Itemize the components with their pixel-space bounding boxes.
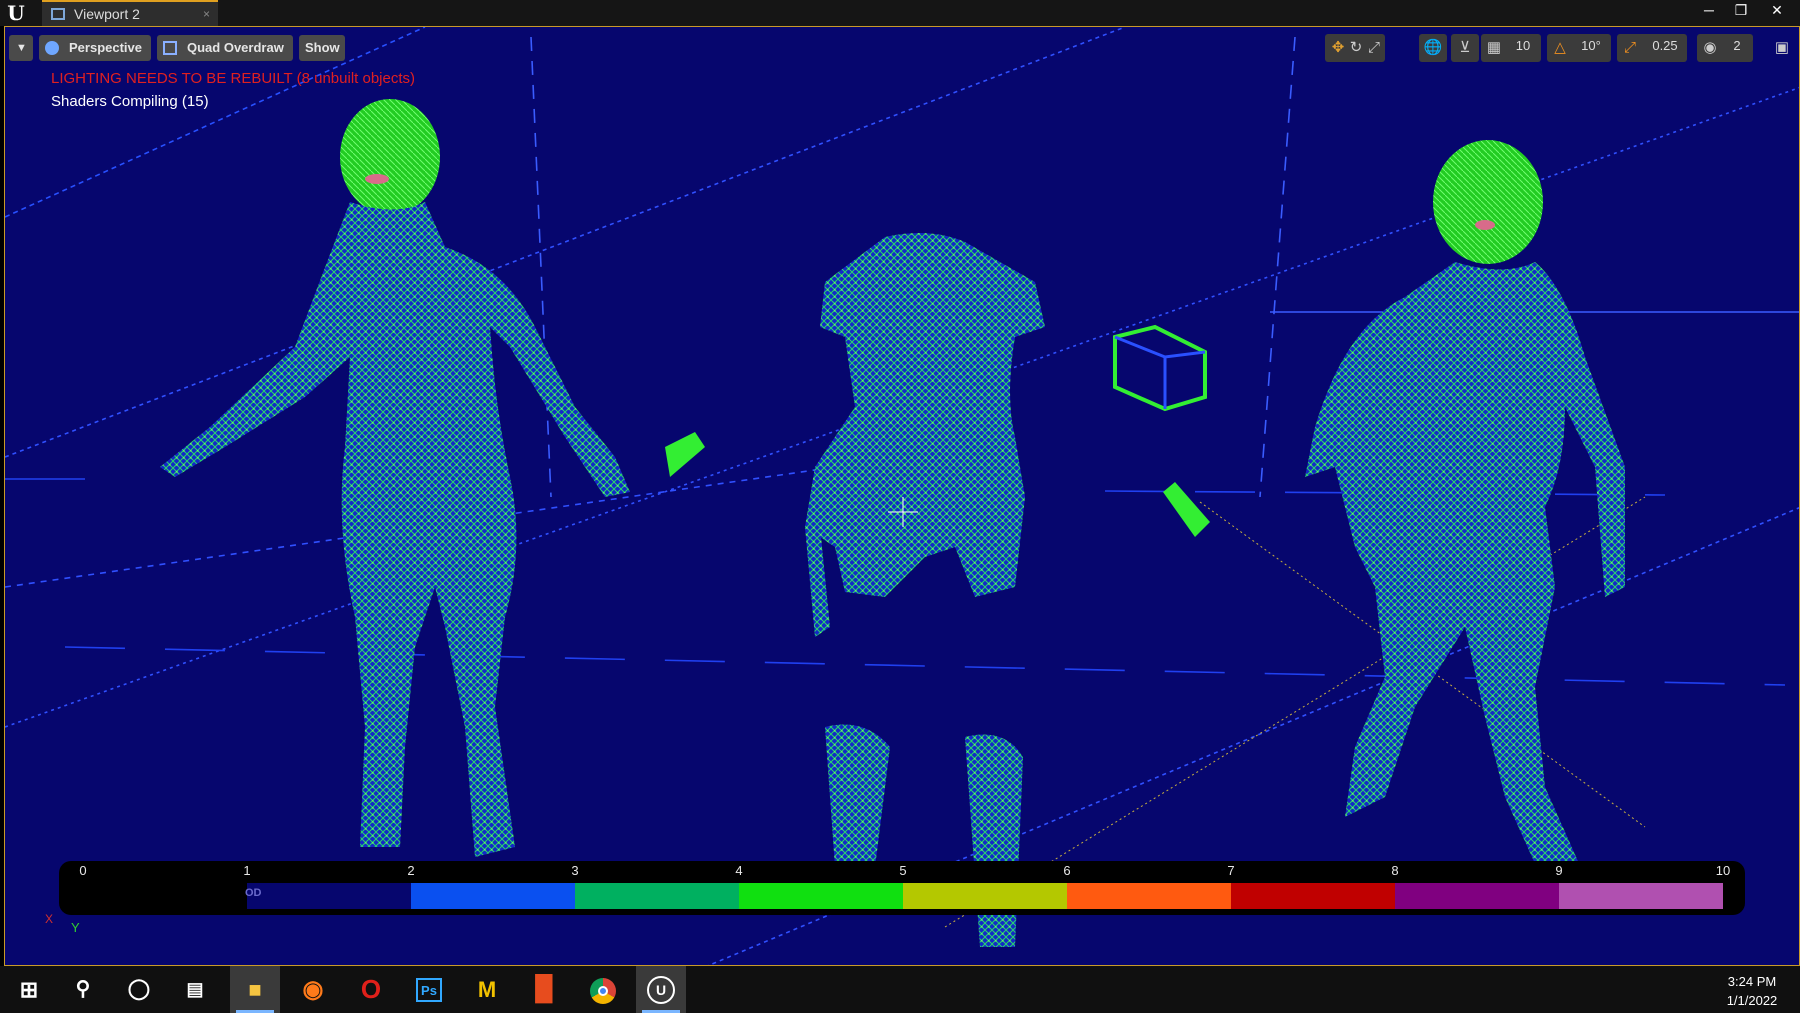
task-view-icon[interactable]: ▤ — [170, 966, 220, 1013]
rotation-snap-value[interactable]: 10° — [1573, 34, 1609, 62]
legend-label: 7 — [1227, 863, 1235, 878]
photoshop-icon[interactable]: Ps — [404, 966, 454, 1013]
axis-y-label: Y — [71, 920, 80, 935]
view-mode-label: Quad Overdraw — [187, 40, 284, 55]
view-mode-button[interactable]: Quad Overdraw — [157, 35, 293, 61]
legend-swatch — [903, 883, 1067, 909]
surface-snap-icon: ⊻ — [1459, 39, 1471, 56]
axis-x-label: X — [45, 912, 54, 926]
camera-speed-value[interactable]: 2 — [1723, 34, 1751, 62]
legend-label: 9 — [1555, 863, 1563, 878]
lighting-rebuild-warning: LIGHTING NEEDS TO BE REBUILT (8 unbuilt … — [51, 70, 416, 87]
m-app-label: M — [477, 977, 497, 1002]
perspective-icon — [45, 41, 59, 55]
character-mesh-left[interactable] — [160, 99, 705, 857]
dropdown-arrow-icon: ▼ — [16, 42, 27, 54]
camera-speed-control[interactable]: ◉ 2 — [1697, 34, 1753, 62]
grid-snap-control[interactable]: ▦ 10 — [1481, 34, 1541, 62]
close-icon[interactable]: ✕ — [1762, 0, 1792, 22]
grid-icon: ▦ — [1486, 39, 1502, 56]
level-viewport[interactable]: ▼ Perspective Quad Overdraw Show ✥ ↻ ⤢ 🌐… — [4, 26, 1800, 966]
legend-label: 5 — [899, 863, 907, 878]
show-label: Show — [305, 40, 340, 55]
clock-date: 1/1/2022 — [1726, 993, 1778, 1008]
chrome-icon[interactable] — [578, 966, 628, 1013]
maximize-viewport-icon[interactable]: ▣ — [1771, 38, 1793, 58]
rotation-snap-control[interactable]: △ 10° — [1547, 34, 1611, 62]
surface-snap-toggle[interactable]: ⊻ — [1451, 34, 1479, 62]
grid-snap-value[interactable]: 10 — [1507, 34, 1539, 62]
legend-od-label: OD — [245, 887, 262, 899]
legend-label: 4 — [735, 863, 743, 878]
scale-snap-control[interactable]: ⤢ 0.25 — [1617, 34, 1687, 62]
transform-tools: ✥ ↻ ⤢ — [1325, 34, 1385, 62]
m-app-icon[interactable]: M — [462, 966, 512, 1013]
view-mode-icon — [163, 41, 177, 55]
opera-icon[interactable]: O — [346, 966, 396, 1013]
legend-label: 2 — [407, 863, 415, 878]
character-mesh-torso[interactable] — [805, 233, 1045, 947]
system-clock[interactable]: 3:24 PM 1/1/2022 — [1712, 972, 1792, 1010]
shaders-compiling-status: Shaders Compiling (15) — [51, 93, 209, 110]
cortana-icon[interactable]: ◯ — [114, 966, 164, 1013]
tab-viewport-2[interactable]: Viewport 2 × — [42, 0, 218, 26]
legend-swatch — [1231, 883, 1395, 909]
perspective-button[interactable]: Perspective — [39, 35, 151, 61]
world-local-toggle[interactable]: 🌐 — [1419, 34, 1447, 62]
globe-icon: 🌐 — [1423, 39, 1443, 56]
quad-overdraw-legend: 0 1 2 3 4 5 6 7 8 9 10 OD — [59, 861, 1745, 915]
unreal-engine-taskbar-icon[interactable]: U — [636, 966, 686, 1013]
legend-label: 3 — [571, 863, 579, 878]
file-explorer-icon[interactable]: ■ — [230, 966, 280, 1013]
firefox-icon[interactable]: ◉ — [288, 966, 338, 1013]
viewport-scene[interactable] — [5, 27, 1800, 966]
legend-swatch — [575, 883, 739, 909]
tab-title: Viewport 2 — [74, 6, 140, 22]
show-button[interactable]: Show — [299, 35, 345, 61]
tab-close-icon[interactable]: × — [203, 2, 210, 26]
scale-snap-icon: ⤢ — [1623, 39, 1636, 56]
legend-label: 1 — [243, 863, 251, 878]
character-mesh-right[interactable] — [1305, 140, 1625, 897]
search-icon[interactable]: ⚲ — [58, 966, 108, 1013]
windows-taskbar: ⊞ ⚲ ◯ ▤ ■ ◉ O Ps M ▉ U 3:24 PM 1/1/2022 — [0, 966, 1800, 1013]
legend-swatch — [247, 883, 411, 909]
small-mesh-object[interactable] — [1113, 324, 1210, 537]
windows-start-icon[interactable]: ⊞ — [4, 966, 54, 1013]
clock-time: 3:24 PM — [1727, 974, 1777, 989]
legend-swatch — [1395, 883, 1559, 909]
photoshop-label: Ps — [416, 977, 442, 1002]
unreal-engine-logo-icon[interactable]: U — [0, 0, 32, 26]
legend-label: 6 — [1063, 863, 1071, 878]
legend-swatch — [1067, 883, 1231, 909]
rotation-snap-icon: △ — [1554, 39, 1566, 56]
scale-snap-value[interactable]: 0.25 — [1645, 34, 1685, 62]
scale-icon[interactable]: ⤢ — [1363, 38, 1385, 58]
legend-swatch — [411, 883, 575, 909]
minimize-icon[interactable]: ─ — [1694, 0, 1724, 22]
title-bar: U Viewport 2 × ─ ❐ ✕ — [0, 0, 1800, 26]
legend-label: 0 — [79, 863, 87, 878]
restore-icon[interactable]: ❐ — [1726, 0, 1756, 22]
viewport-options-button[interactable]: ▼ — [9, 35, 33, 61]
perspective-label: Perspective — [69, 40, 142, 55]
camera-speed-icon: ◉ — [1703, 39, 1717, 56]
legend-label: 10 — [1715, 863, 1731, 878]
legend-swatch — [1559, 883, 1723, 909]
viewport-tab-icon — [51, 8, 65, 20]
legend-swatch — [739, 883, 903, 909]
legend-label: 8 — [1391, 863, 1399, 878]
office-icon[interactable]: ▉ — [520, 966, 570, 1013]
